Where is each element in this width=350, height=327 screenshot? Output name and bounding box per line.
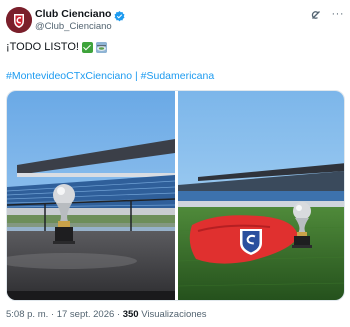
views-count: 350 [122,309,139,320]
verified-badge-icon [114,9,125,21]
tweet-meta: 5:08 p. m. · 17 sept. 2026 · 350 Visuali… [6,309,207,320]
account-handle[interactable]: @Club_Cienciano [35,21,125,32]
meta-dot-2: · [116,309,121,320]
stadium-emoji-icon [95,41,107,53]
media-grid [6,90,345,301]
check-mark-emoji-icon [81,41,93,53]
tweet-header: Club Cienciano @Club_Cienciano ··· [6,6,344,36]
tweet-actions: ··· [310,8,345,20]
tweet-time[interactable]: 5:08 p. m. [6,309,48,320]
meta-dot: · [50,309,55,320]
hashtag-row: #MontevideoCTxCienciano | #Sudamericana [6,70,214,82]
pitch-trophy-jersey-photo[interactable] [178,91,344,300]
cienciano-crest-icon [6,7,32,33]
tweet-text: ¡TODO LISTO! [6,41,107,53]
hashtag-sudamericana[interactable]: #Sudamericana [141,70,215,82]
author-block: Club Cienciano @Club_Cienciano [35,8,125,32]
hashtag-separator: | [135,70,138,82]
stadium-trophy-photo[interactable] [7,91,175,300]
tweet-date[interactable]: 17 sept. 2026 [57,309,115,320]
hashtag-montevideo[interactable]: #MontevideoCTxCienciano [6,70,132,82]
tweet-body: ¡TODO LISTO! [6,41,79,53]
more-options-button[interactable]: ··· [332,8,345,20]
views-label: Visualizaciones [141,309,207,320]
avatar[interactable] [6,7,32,33]
display-name[interactable]: Club Cienciano [35,8,111,20]
grok-icon[interactable] [310,8,322,20]
